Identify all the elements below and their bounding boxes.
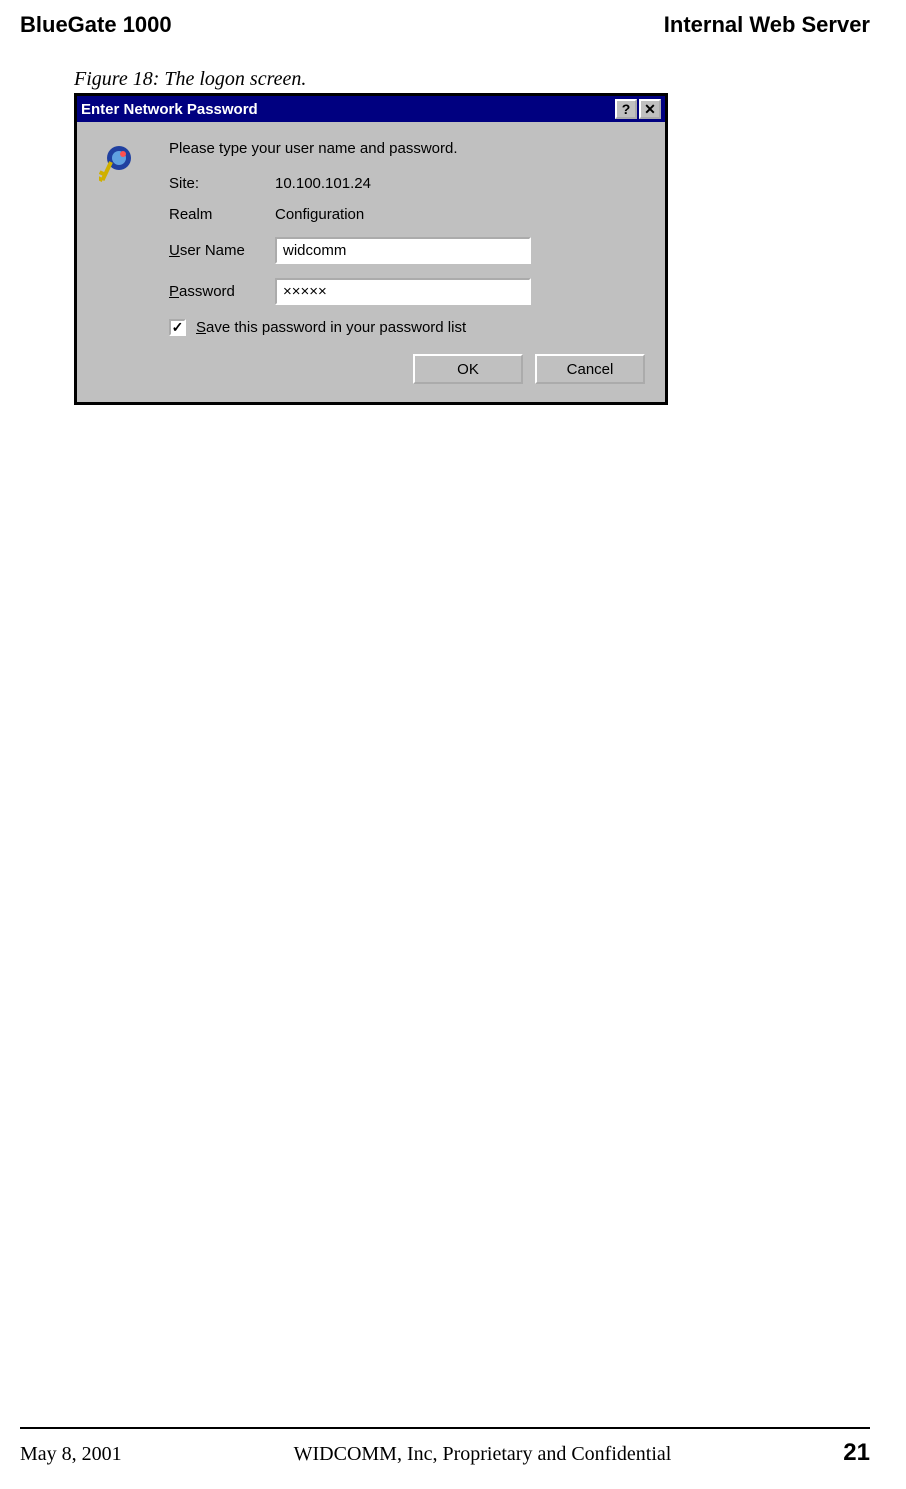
site-label: Site: bbox=[169, 175, 275, 192]
footer-center: WIDCOMM, Inc, Proprietary and Confidenti… bbox=[294, 1443, 672, 1466]
page-header: BlueGate 1000 Internal Web Server bbox=[0, 0, 906, 38]
save-password-checkbox[interactable]: ✓ bbox=[169, 319, 186, 336]
key-icon-container bbox=[99, 140, 169, 384]
dialog-window: Enter Network Password ? ✕ Please type y… bbox=[74, 93, 668, 405]
password-label: Password bbox=[169, 283, 275, 300]
site-value: 10.100.101.24 bbox=[275, 175, 371, 192]
header-right: Internal Web Server bbox=[664, 12, 870, 38]
realm-value: Configuration bbox=[275, 206, 364, 223]
realm-label: Realm bbox=[169, 206, 275, 223]
cancel-button[interactable]: Cancel bbox=[535, 354, 645, 384]
page-footer: May 8, 2001 WIDCOMM, Inc, Proprietary an… bbox=[20, 1439, 870, 1467]
dialog-title: Enter Network Password bbox=[81, 101, 613, 118]
username-label: User Name bbox=[169, 242, 275, 259]
password-input[interactable] bbox=[275, 278, 531, 305]
instruction-text: Please type your user name and password. bbox=[169, 140, 649, 157]
help-button[interactable]: ? bbox=[615, 99, 637, 119]
username-input[interactable] bbox=[275, 237, 531, 264]
close-button[interactable]: ✕ bbox=[639, 99, 661, 119]
key-icon bbox=[99, 144, 139, 184]
ok-button[interactable]: OK bbox=[413, 354, 523, 384]
dialog-body: Please type your user name and password.… bbox=[77, 122, 665, 402]
save-password-label: Save this password in your password list bbox=[196, 319, 466, 336]
figure-caption: Figure 18: The logon screen. bbox=[74, 68, 906, 91]
header-left: BlueGate 1000 bbox=[20, 12, 172, 38]
dialog-titlebar: Enter Network Password ? ✕ bbox=[77, 96, 665, 122]
footer-date: May 8, 2001 bbox=[20, 1443, 122, 1466]
page-number: 21 bbox=[843, 1439, 870, 1467]
footer-divider bbox=[20, 1427, 870, 1429]
